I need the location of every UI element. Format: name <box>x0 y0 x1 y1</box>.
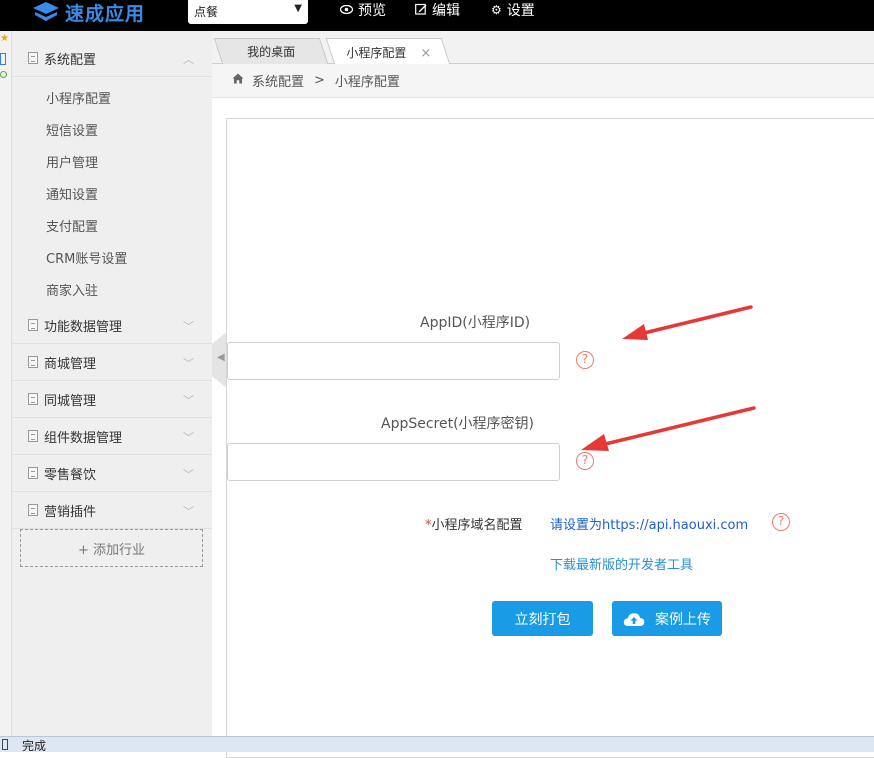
tab-label-text: 小程序配置 <box>345 45 406 60</box>
breadcrumb-current: 小程序配置 <box>334 75 400 90</box>
help-icon[interactable]: ? <box>576 351 594 369</box>
sidebar-group-retail-dining[interactable]: 零售餐饮 ﹀ <box>12 455 212 492</box>
sidebar-group-label: 零售餐饮 <box>44 467 97 483</box>
chevron-down-icon: ﹀ <box>183 468 194 481</box>
chevron-down-icon: ﹀ <box>183 357 194 370</box>
nav-settings[interactable]: ⚙ 设置 <box>491 0 535 20</box>
sidebar-group-local[interactable]: 同城管理 ﹀ <box>12 381 212 418</box>
document-icon <box>28 430 38 442</box>
appsecret-input[interactable] <box>227 443 560 481</box>
page-icon <box>0 53 6 65</box>
sidebar-group-label: 功能数据管理 <box>44 319 123 335</box>
pack-now-label: 立刻打包 <box>514 611 571 628</box>
sidebar-group-function-data[interactable]: 功能数据管理 ﹀ <box>12 307 212 344</box>
domain-config-label: *小程序域名配置 <box>425 514 523 533</box>
status-bar: 完成 <box>0 736 874 753</box>
config-panel: AppID(小程序ID) ? AppSecret(小程序密钥) ? *小程序域名… <box>226 118 874 758</box>
sidebar-group-label: 同城管理 <box>44 393 97 409</box>
breadcrumb-separator: > <box>314 73 325 88</box>
browser-side-strip: ★ <box>0 31 12 736</box>
sidebar-group-mall[interactable]: 商城管理 ﹀ <box>12 344 212 381</box>
industry-select[interactable]: 点餐 ▼ <box>188 0 308 24</box>
top-bar: 速成应用 点餐 ▼ 预览 编辑 ⚙ 设置 <box>0 0 874 31</box>
page-icon <box>2 739 8 750</box>
eye-icon <box>339 3 354 17</box>
close-icon[interactable]: × <box>420 46 431 61</box>
appid-label: AppID(小程序ID) <box>420 315 531 331</box>
sidebar-group-label: 组件数据管理 <box>44 430 123 446</box>
document-icon <box>28 504 38 516</box>
sidebar-item-payment-config[interactable]: 支付配置 <box>46 216 98 235</box>
refresh-icon <box>0 71 7 78</box>
document-icon <box>28 393 38 405</box>
annotation-arrow-appsecret <box>581 406 756 451</box>
chevron-down-icon: ﹀ <box>183 431 194 444</box>
tab-my-desktop[interactable]: 我的桌面 <box>213 38 329 64</box>
star-icon: ★ <box>0 33 9 44</box>
sidebar-group-marketing-plugins[interactable]: 营销插件 ﹀ <box>12 492 212 529</box>
sidebar-item-sms-settings[interactable]: 短信设置 <box>46 120 98 139</box>
status-text: 完成 <box>22 739 47 753</box>
nav-edit[interactable]: 编辑 <box>415 0 460 20</box>
help-icon[interactable]: ? <box>772 513 790 531</box>
case-upload-label: 案例上传 <box>655 611 711 628</box>
nav-preview[interactable]: 预览 <box>339 0 386 20</box>
appsecret-label: AppSecret(小程序密钥) <box>381 416 535 432</box>
logo-icon <box>33 2 59 21</box>
tab-label: 我的桌面 <box>247 45 296 59</box>
sidebar-group-component-data[interactable]: 组件数据管理 ﹀ <box>12 418 212 455</box>
chevron-up-icon: ︿ <box>183 53 194 66</box>
sidebar: 系统配置 ︿ 小程序配置 短信设置 用户管理 通知设置 支付配置 CRM账号设置… <box>12 31 212 736</box>
chevron-down-icon: ﹀ <box>183 505 194 518</box>
breadcrumb-root[interactable]: 系统配置 <box>252 71 304 90</box>
brand-name: 速成应用 <box>65 2 146 25</box>
chevron-down-icon: ﹀ <box>183 320 194 333</box>
brand-logo[interactable]: 速成应用 <box>32 0 146 25</box>
pack-now-button[interactable]: 立刻打包 <box>492 601 593 636</box>
nav-settings-label: 设置 <box>506 3 535 19</box>
chevron-down-icon: ﹀ <box>183 394 194 407</box>
tab-miniprogram-config[interactable]: 小程序配置 × <box>325 38 451 65</box>
sidebar-group-label: 系统配置 <box>44 52 97 68</box>
download-devtools-link[interactable]: 下载最新版的开发者工具 <box>550 554 693 573</box>
tab-bar: 我的桌面 小程序配置 × <box>212 31 874 65</box>
cloud-upload-icon <box>623 612 645 626</box>
add-industry-button[interactable]: + 添加行业 <box>20 529 203 567</box>
document-icon <box>28 52 38 64</box>
document-icon <box>28 356 38 368</box>
industry-select-value: 点餐 <box>194 5 219 19</box>
document-icon <box>28 467 38 479</box>
sidebar-item-merchant-entry[interactable]: 商家入驻 <box>46 280 98 299</box>
sidebar-group-label: 营销插件 <box>44 504 97 520</box>
sidebar-group-system-config[interactable]: 系统配置 ︿ <box>12 40 212 77</box>
sidebar-group-label: 商城管理 <box>44 356 97 372</box>
caret-left-icon: ◀ <box>217 352 225 363</box>
document-icon <box>28 319 38 331</box>
sidebar-item-crm-account[interactable]: CRM账号设置 <box>46 248 127 267</box>
sidebar-item-notification-settings[interactable]: 通知设置 <box>46 184 98 203</box>
gear-icon: ⚙ <box>491 3 502 17</box>
nav-edit-label: 编辑 <box>432 3 460 19</box>
edit-icon <box>415 3 427 18</box>
annotation-arrow-appid <box>622 305 753 340</box>
sidebar-item-user-management[interactable]: 用户管理 <box>46 152 98 171</box>
tab-label: 小程序配置 × <box>346 44 431 61</box>
caret-down-icon: ▼ <box>294 3 302 14</box>
domain-config-value: 请设置为https://api.haouxi.com <box>550 518 749 533</box>
sidebar-item-miniprogram-config[interactable]: 小程序配置 <box>46 88 111 107</box>
appid-input[interactable] <box>227 342 560 380</box>
case-upload-button[interactable]: 案例上传 <box>612 601 722 636</box>
breadcrumb: 系统配置 > 小程序配置 <box>212 64 874 98</box>
nav-preview-label: 预览 <box>358 3 386 19</box>
domain-config-label-text: 小程序域名配置 <box>431 518 523 533</box>
home-icon[interactable] <box>232 73 244 88</box>
